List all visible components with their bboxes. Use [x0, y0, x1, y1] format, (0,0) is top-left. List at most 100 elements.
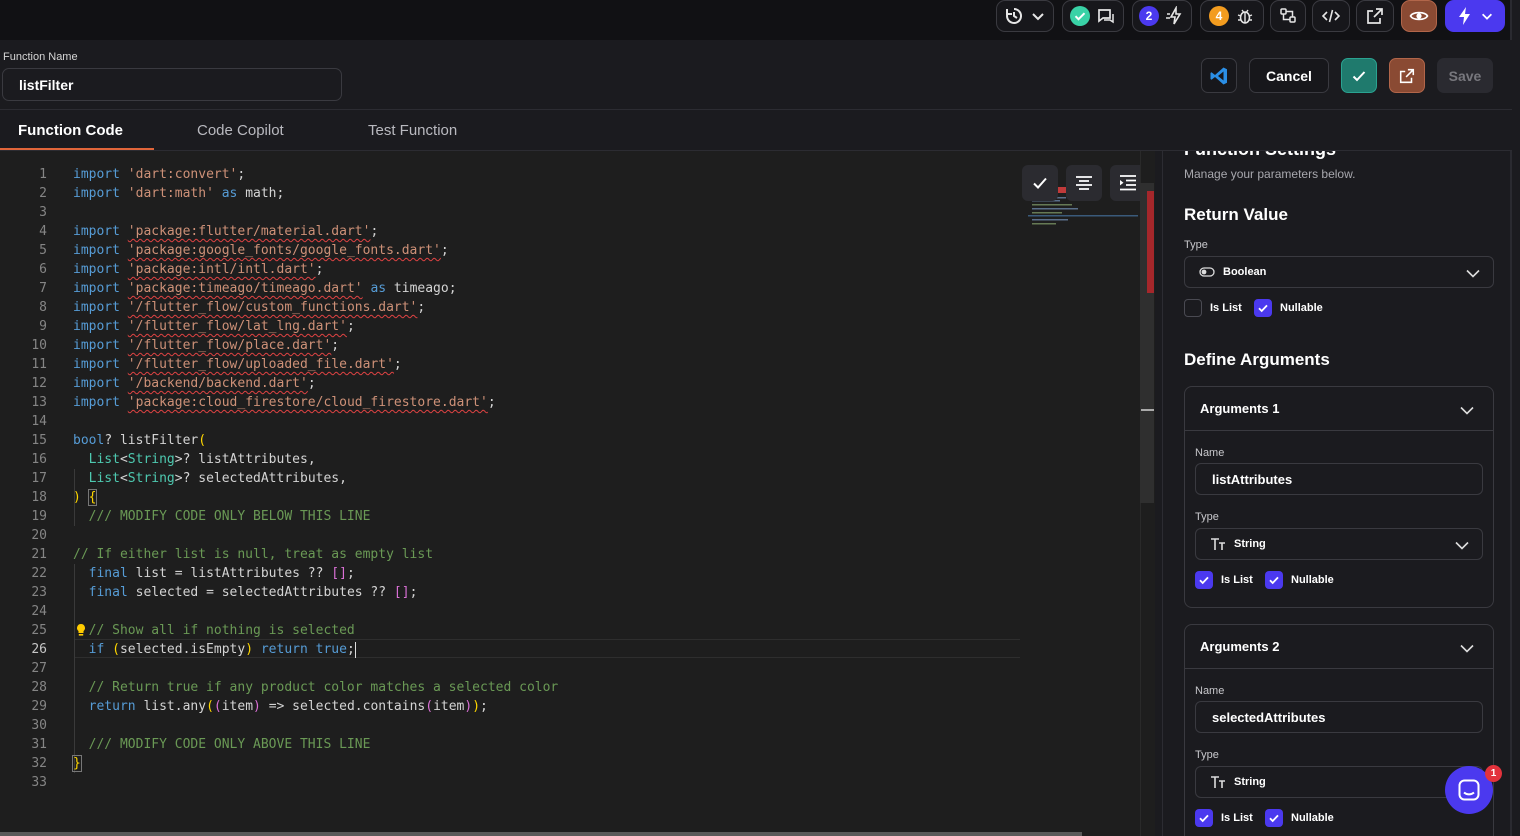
tab-code-copilot[interactable]: Code Copilot — [197, 110, 284, 150]
return-type-select[interactable]: Boolean — [1184, 256, 1494, 288]
function-name-input[interactable] — [2, 68, 342, 101]
line-number: 10 — [31, 338, 47, 353]
check-icon — [1258, 304, 1268, 313]
is-list-label: Is List — [1210, 302, 1242, 314]
code-line: 4 import 'package:flutter/material.dart'; — [0, 222, 378, 241]
code-line: 1 import 'dart:convert'; — [0, 165, 245, 184]
code-lines: 1 import 'dart:convert'; 2 import 'dart:ma… — [0, 165, 558, 792]
code-line: 22 final list = listAttributes ?? []; — [0, 564, 354, 583]
code-line: 10 import '/flutter_flow/place.dart'; — [0, 336, 339, 355]
check-icon — [1199, 576, 1209, 585]
define-arguments-heading: Define Arguments — [1184, 350, 1330, 369]
save-button[interactable]: Save — [1437, 58, 1493, 93]
format-code-button[interactable] — [1066, 165, 1102, 201]
code-line: 31 /// MODIFY CODE ONLY ABOVE THIS LINE — [0, 735, 370, 754]
eye-icon — [1409, 11, 1429, 21]
code-line: 11 import '/flutter_flow/uploaded_file.da… — [0, 355, 401, 374]
export-button[interactable] — [1389, 58, 1425, 93]
line-number: 2 — [39, 186, 47, 201]
view-code-button[interactable] — [1312, 0, 1350, 32]
top-toolbar: 2 4 — [0, 0, 1520, 40]
indent-icon — [1120, 175, 1136, 191]
return-nullable-checkbox[interactable]: Nullable — [1254, 299, 1323, 317]
history-button[interactable] — [996, 0, 1054, 32]
line-number: 7 — [39, 281, 47, 296]
code-line: 14 — [0, 412, 47, 431]
external-link-icon — [1367, 8, 1383, 24]
chat-unread-badge: 1 — [1485, 765, 1502, 782]
line-number: 15 — [31, 433, 47, 448]
check-icon — [1269, 814, 1279, 823]
cancel-button[interactable]: Cancel — [1249, 58, 1329, 93]
confirm-button[interactable] — [1341, 58, 1377, 93]
chevron-down-icon — [1455, 541, 1469, 550]
branch-button[interactable] — [1270, 0, 1306, 32]
error-marker — [1147, 191, 1154, 293]
tab-test-function[interactable]: Test Function — [368, 110, 457, 150]
argument-is-list-checkbox[interactable]: Is List — [1195, 809, 1253, 827]
argument-title: Arguments 1 — [1200, 401, 1280, 416]
checkbox-checked — [1195, 809, 1213, 827]
line-number: 23 — [31, 585, 47, 600]
code-line: 6 import 'package:intl/intl.dart'; — [0, 260, 323, 279]
panel-title: Function Settings — [1184, 151, 1336, 160]
code-line: 18) { — [0, 488, 98, 507]
warnings-count-badge: 4 — [1209, 6, 1229, 26]
argument-nullable-checkbox[interactable]: Nullable — [1265, 809, 1334, 827]
argument-is-list-checkbox[interactable]: Is List — [1195, 571, 1253, 589]
return-type-value: Boolean — [1223, 266, 1267, 278]
code-line: 16 List<String>? listAttributes, — [0, 450, 315, 469]
warnings-button[interactable]: 4 — [1200, 0, 1264, 32]
argument-card-header[interactable]: Arguments 2 — [1185, 625, 1493, 669]
checkbox-checked — [1265, 571, 1283, 589]
run-app-button[interactable] — [1445, 0, 1505, 32]
line-number: 5 — [39, 243, 47, 258]
line-number: 28 — [31, 680, 47, 695]
panel-subtitle: Manage your parameters below. — [1184, 167, 1356, 181]
checkbox-checked — [1254, 299, 1272, 317]
code-line-current: 26 if (selected.isEmpty) return true; — [0, 640, 356, 659]
argument-name-input[interactable] — [1195, 463, 1483, 495]
argument-type-value: String — [1234, 776, 1266, 788]
status-comments-button[interactable] — [1062, 0, 1124, 32]
argument-card-header[interactable]: Arguments 1 — [1185, 387, 1493, 431]
argument-nullable-checkbox[interactable]: Nullable — [1265, 571, 1334, 589]
function-tabs: Function Code Code Copilot Test Function — [0, 110, 1512, 151]
code-line: 30 — [0, 716, 47, 735]
format-check-button[interactable] — [1022, 165, 1058, 201]
argument-type-select[interactable]: String — [1195, 766, 1483, 798]
code-line: 15 bool? listFilter( — [0, 431, 206, 450]
return-is-list-checkbox[interactable]: Is List — [1184, 299, 1242, 317]
line-number: 11 — [31, 357, 47, 372]
open-vscode-button[interactable] — [1201, 58, 1237, 93]
preview-button[interactable] — [1401, 0, 1437, 32]
is-list-label: Is List — [1221, 812, 1253, 824]
lightbulb-icon[interactable] — [75, 623, 87, 637]
argument-title: Arguments 2 — [1200, 639, 1280, 654]
argument-type-select[interactable]: String — [1195, 528, 1483, 560]
comments-icon — [1098, 9, 1114, 24]
argument-name-input[interactable] — [1195, 701, 1483, 733]
align-center-icon — [1076, 176, 1092, 190]
code-line: 12 import '/backend/backend.dart'; — [0, 374, 315, 393]
chevron-down-icon — [1460, 406, 1474, 415]
check-circle-icon — [1070, 6, 1090, 26]
code-icon — [1321, 9, 1341, 23]
line-number: 16 — [31, 452, 47, 467]
open-external-button[interactable] — [1356, 0, 1394, 32]
nullable-label: Nullable — [1291, 812, 1334, 824]
tab-function-code[interactable]: Function Code — [18, 110, 123, 150]
is-list-label: Is List — [1221, 574, 1253, 586]
code-line: 2 import 'dart:math' as math; — [0, 184, 284, 203]
line-number: 20 — [31, 528, 47, 543]
line-number: 13 — [31, 395, 47, 410]
check-icon — [1269, 576, 1279, 585]
notifications-button[interactable]: 2 — [1132, 0, 1192, 32]
line-number: 1 — [39, 167, 47, 182]
code-line: 24 — [0, 602, 47, 621]
line-number: 17 — [31, 471, 47, 486]
horizontal-scrollbar[interactable] — [0, 832, 1082, 836]
line-number: 12 — [31, 376, 47, 391]
chevron-down-icon — [1460, 644, 1474, 653]
code-editor[interactable]: 1 import 'dart:convert'; 2 import 'dart:ma… — [0, 151, 1155, 836]
